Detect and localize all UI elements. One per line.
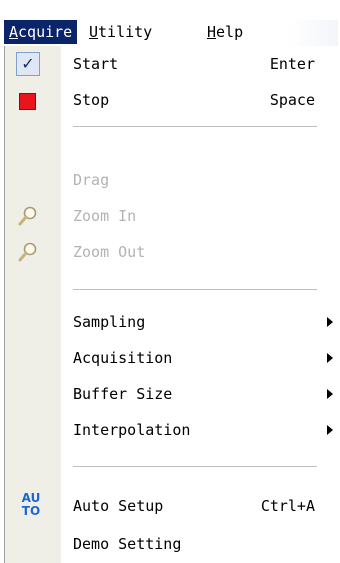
shortcut-label: Ctrl+A <box>260 497 315 515</box>
menu-item-acquisition[interactable]: Acquisition <box>5 340 340 376</box>
submenu-arrow-icon <box>327 425 333 435</box>
menu-acquire[interactable]: Acquire <box>4 20 78 44</box>
menu-utility-mnemonic: U <box>89 23 99 41</box>
menu-item-label: Start <box>73 55 119 73</box>
menu-item-zoom-in: Zoom In <box>5 198 340 234</box>
menu-item-sampling[interactable]: Sampling <box>5 304 340 340</box>
acquire-dropdown-menu: ✓ Start Enter Stop Space Drag Zoom In Zo… <box>4 46 340 563</box>
menu-item-label: Demo Setting <box>73 535 182 553</box>
menu-acquire-label: cquire <box>18 23 73 41</box>
menu-utility[interactable]: Utility <box>84 20 157 44</box>
menu-item-label: Zoom Out <box>73 243 146 261</box>
check-icon: ✓ <box>16 52 40 76</box>
menu-separator <box>73 466 317 467</box>
menu-item-label: Acquisition <box>73 349 173 367</box>
magnifier-icon <box>18 206 37 226</box>
shortcut-label: Space <box>269 91 315 109</box>
stop-icon <box>19 93 36 110</box>
menu-separator <box>73 126 317 127</box>
menu-item-demo-setting[interactable]: Demo Setting <box>5 526 340 562</box>
menu-item-buffer-size[interactable]: Buffer Size <box>5 376 340 412</box>
menu-item-label: Interpolation <box>73 421 191 439</box>
menu-help-label: elp <box>216 23 244 41</box>
menu-acquire-mnemonic: A <box>9 23 19 41</box>
menu-help-mnemonic: H <box>207 23 217 41</box>
menu-item-start[interactable]: ✓ Start Enter <box>5 46 340 82</box>
submenu-arrow-icon <box>327 353 333 363</box>
menu-item-interpolation[interactable]: Interpolation <box>5 412 340 448</box>
menu-help[interactable]: Help <box>202 20 248 44</box>
submenu-arrow-icon <box>327 389 333 399</box>
shortcut-label: Enter <box>269 55 315 73</box>
menubar: Acquire Utility Help <box>0 0 340 46</box>
menu-utility-label: tility <box>98 23 153 41</box>
menu-item-stop[interactable]: Stop Space <box>5 82 340 118</box>
menu-item-label: Zoom In <box>73 207 137 225</box>
menu-item-drag: Drag <box>5 162 340 198</box>
menu-item-auto-setup[interactable]: AU TO Auto Setup Ctrl+A <box>5 488 340 524</box>
magnifier-icon <box>18 242 37 262</box>
menu-item-label: Auto Setup <box>73 497 164 515</box>
submenu-arrow-icon <box>327 317 333 327</box>
menu-item-label: Sampling <box>73 313 146 331</box>
menubar-fade <box>288 20 338 46</box>
menu-item-zoom-out: Zoom Out <box>5 234 340 270</box>
auto-icon: AU TO <box>21 491 41 518</box>
menu-item-label: Drag <box>73 171 110 189</box>
menu-separator <box>73 289 317 290</box>
menu-item-label: Buffer Size <box>73 385 173 403</box>
menu-item-label: Stop <box>73 91 110 109</box>
